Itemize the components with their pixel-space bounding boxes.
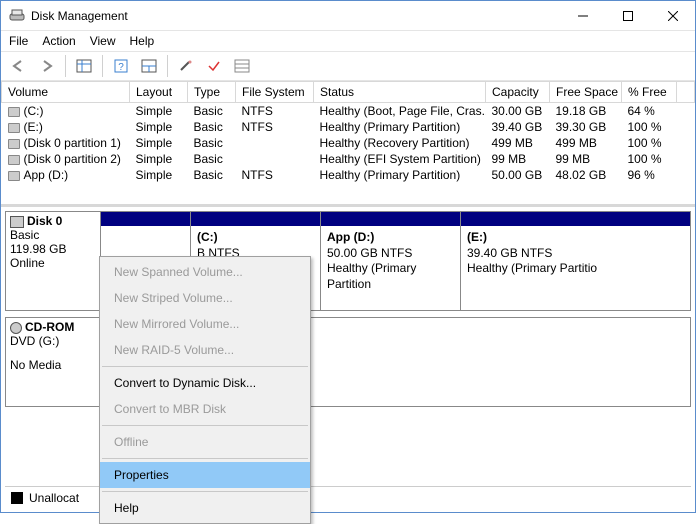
window-title: Disk Management <box>31 9 560 23</box>
menu-separator <box>102 366 308 367</box>
menu-file[interactable]: File <box>9 34 28 48</box>
drive-icon <box>8 123 20 133</box>
titlebar: Disk Management <box>1 1 695 31</box>
cdrom-header[interactable]: CD-ROM DVD (G:) No Media <box>5 318 101 407</box>
table-row[interactable]: (Disk 0 partition 2)SimpleBasicHealthy (… <box>2 151 695 167</box>
forward-button[interactable] <box>35 54 59 78</box>
table-row[interactable]: App (D:)SimpleBasicNTFSHealthy (Primary … <box>2 167 695 183</box>
legend-swatch-unallocated <box>11 492 23 504</box>
context-menu-item: New RAID-5 Volume... <box>100 337 310 363</box>
view-large-icon[interactable] <box>72 54 96 78</box>
back-button[interactable] <box>7 54 31 78</box>
col-capacity[interactable]: Capacity <box>486 82 550 103</box>
disk0-state: Online <box>10 256 96 270</box>
menu-help[interactable]: Help <box>130 34 155 48</box>
disk0-header[interactable]: Disk 0 Basic 119.98 GB Online <box>5 212 101 311</box>
table-row[interactable]: (C:)SimpleBasicNTFSHealthy (Boot, Page F… <box>2 103 695 120</box>
cdrom-state: No Media <box>10 358 96 372</box>
context-menu-item: New Spanned Volume... <box>100 259 310 285</box>
list-view-icon[interactable] <box>230 54 254 78</box>
col-status[interactable]: Status <box>314 82 486 103</box>
drive-icon <box>8 171 20 181</box>
cdrom-drive: DVD (G:) <box>10 334 96 348</box>
context-menu-item: New Mirrored Volume... <box>100 311 310 337</box>
context-menu-item: Offline <box>100 429 310 455</box>
close-button[interactable] <box>650 1 695 30</box>
context-menu-item: New Striped Volume... <box>100 285 310 311</box>
drive-icon <box>8 155 20 165</box>
disk-icon <box>10 216 24 228</box>
app-icon <box>9 8 25 24</box>
col-pctfree[interactable]: % Free <box>622 82 677 103</box>
table-row[interactable]: (Disk 0 partition 1)SimpleBasicHealthy (… <box>2 135 695 151</box>
menu-separator <box>102 491 308 492</box>
volume-list[interactable]: Volume Layout Type File System Status Ca… <box>1 81 695 207</box>
cdrom-icon <box>10 322 22 334</box>
drive-icon <box>8 139 20 149</box>
context-menu-item[interactable]: Properties <box>100 462 310 488</box>
part-title: App (D:) <box>327 230 374 244</box>
help-icon[interactable]: ? <box>109 54 133 78</box>
maximize-button[interactable] <box>605 1 650 30</box>
cdrom-label: CD-ROM <box>25 320 74 334</box>
minimize-button[interactable] <box>560 1 605 30</box>
context-menu-item[interactable]: Convert to Dynamic Disk... <box>100 370 310 396</box>
col-type[interactable]: Type <box>188 82 236 103</box>
col-volume[interactable]: Volume <box>2 82 130 103</box>
menu-separator <box>102 425 308 426</box>
drive-icon <box>8 107 20 117</box>
menu-view[interactable]: View <box>90 34 116 48</box>
settings-wand-icon[interactable] <box>174 54 198 78</box>
disk0-size: 119.98 GB <box>10 242 96 256</box>
menubar: File Action View Help <box>1 31 695 51</box>
context-menu[interactable]: New Spanned Volume...New Striped Volume.… <box>99 256 311 524</box>
legend-unallocated: Unallocat <box>29 491 79 505</box>
menu-separator <box>102 458 308 459</box>
part-title: (C:) <box>197 230 218 244</box>
context-menu-item[interactable]: Help <box>100 495 310 521</box>
disk0-part-2[interactable]: App (D:) 50.00 GB NTFS Healthy (Primary … <box>321 212 461 311</box>
part-title: (E:) <box>467 230 487 244</box>
view-layout-icon[interactable] <box>137 54 161 78</box>
svg-text:?: ? <box>118 62 124 73</box>
disk0-part-3[interactable]: (E:) 39.40 GB NTFS Healthy (Primary Part… <box>461 212 691 311</box>
disk0-label: Disk 0 <box>27 214 62 228</box>
table-row[interactable]: (E:)SimpleBasicNTFSHealthy (Primary Part… <box>2 119 695 135</box>
toolbar: ? <box>1 51 695 81</box>
check-icon[interactable] <box>202 54 226 78</box>
col-freespace[interactable]: Free Space <box>550 82 622 103</box>
disk0-type: Basic <box>10 228 96 242</box>
context-menu-item: Convert to MBR Disk <box>100 396 310 422</box>
col-layout[interactable]: Layout <box>130 82 188 103</box>
col-filesystem[interactable]: File System <box>236 82 314 103</box>
menu-action[interactable]: Action <box>42 34 75 48</box>
